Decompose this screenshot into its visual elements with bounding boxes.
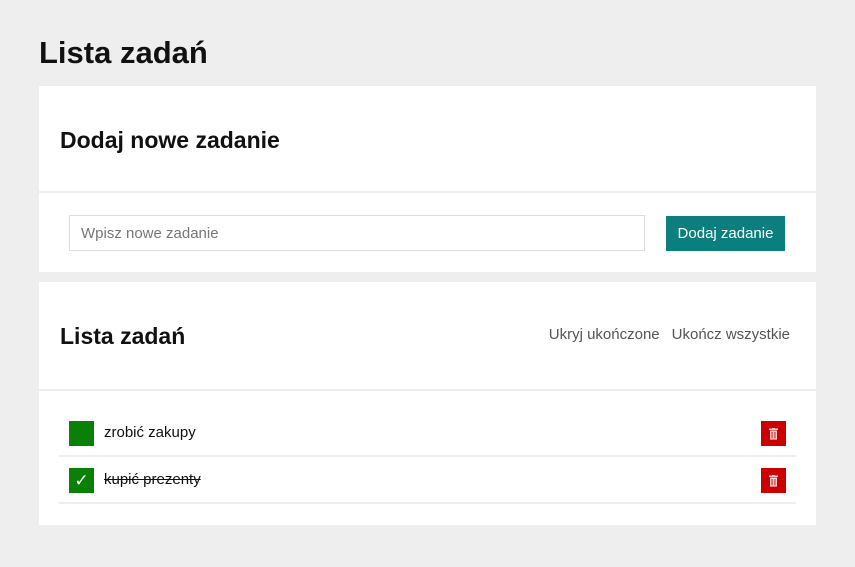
todo-page: Lista zadań Dodaj nowe zadanie Dodaj zad… <box>0 0 855 567</box>
task-row: zrobić zakupy <box>59 410 796 457</box>
new-task-input[interactable] <box>69 215 645 251</box>
task-list: zrobić zakupy ✓ kupić prezenty <box>59 410 796 504</box>
task-list-header: Lista zadań Ukryj ukończone Ukończ wszys… <box>39 282 816 391</box>
delete-task-button[interactable] <box>761 421 786 446</box>
task-list-actions: Ukryj ukończone Ukończ wszystkie <box>549 326 790 343</box>
task-list-title: Lista zadań <box>60 323 186 349</box>
add-task-form: Dodaj zadanie <box>39 193 816 272</box>
task-text: zrobić zakupy <box>104 424 196 441</box>
trash-icon <box>769 427 778 440</box>
add-task-button[interactable]: Dodaj zadanie <box>666 216 785 251</box>
task-checkbox[interactable] <box>69 421 94 446</box>
complete-all-button[interactable]: Ukończ wszystkie <box>672 326 790 343</box>
trash-icon <box>769 474 778 487</box>
task-row: ✓ kupić prezenty <box>59 457 796 504</box>
page-title: Lista zadań <box>39 35 208 70</box>
task-text: kupić prezenty <box>104 471 201 488</box>
task-list-panel: Lista zadań Ukryj ukończone Ukończ wszys… <box>39 282 816 525</box>
delete-task-button[interactable] <box>761 468 786 493</box>
task-checkbox[interactable]: ✓ <box>69 468 94 493</box>
add-task-panel: Dodaj nowe zadanie Dodaj zadanie <box>39 86 816 272</box>
add-task-title: Dodaj nowe zadanie <box>60 127 280 153</box>
hide-completed-button[interactable]: Ukryj ukończone <box>549 326 660 343</box>
add-task-header: Dodaj nowe zadanie <box>39 86 816 193</box>
